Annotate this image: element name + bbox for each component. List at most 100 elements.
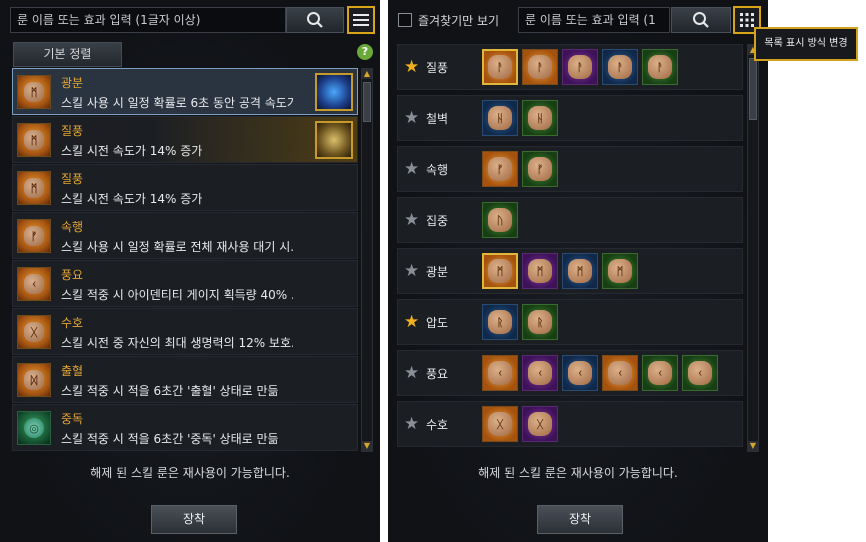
- rune-icon: ◎: [17, 411, 51, 445]
- rune-row[interactable]: ᚲ 풍요 스킬 적중 시 아이덴티티 게이지 획득량 40% ...: [12, 260, 358, 307]
- rune-slot[interactable]: ᚲ: [562, 355, 598, 391]
- rune-glyph-icon: ᛗ: [528, 259, 552, 283]
- rune-slot[interactable]: ᛗ: [562, 253, 598, 289]
- rune-slot[interactable]: ᚷ: [522, 406, 558, 442]
- rune-glyph-icon: ᚷ: [488, 412, 512, 436]
- rune-group-row: ★ 철벽 ᚺ ᚺ: [397, 95, 743, 141]
- rune-glyph-icon: ᚨ: [608, 55, 632, 79]
- rune-list-scrollbar[interactable]: ▲ ▼: [361, 68, 373, 452]
- scroll-down-arrow[interactable]: ▼: [362, 441, 372, 451]
- rune-slot[interactable]: ᚱ: [522, 304, 558, 340]
- rune-glyph-icon: ᛗ: [568, 259, 592, 283]
- rune-slot[interactable]: ᛗ: [522, 253, 558, 289]
- rune-icon: ᛗ: [17, 171, 51, 205]
- favorite-star-icon[interactable]: ★: [404, 160, 419, 178]
- favorites-only-checkbox[interactable]: [398, 13, 412, 27]
- search-icon: [693, 12, 709, 28]
- scroll-thumb[interactable]: [363, 82, 371, 122]
- equipped-skill-icon[interactable]: [315, 73, 353, 111]
- rune-description: 스킬 사용 시 일정 확률로 6초 동안 공격 속도가 증가: [61, 96, 293, 110]
- rune-slot[interactable]: ᚨ: [602, 49, 638, 85]
- rune-slot[interactable]: ᚠ: [482, 151, 518, 187]
- rune-glyph-icon: ᚢ: [488, 208, 512, 232]
- favorite-star-icon[interactable]: ★: [404, 364, 419, 382]
- rune-glyph-icon: ᚲ: [568, 361, 592, 385]
- rune-slot[interactable]: ᛗ: [602, 253, 638, 289]
- rune-slot[interactable]: ᚨ: [522, 49, 558, 85]
- rune-glyph-icon: ᚲ: [608, 361, 632, 385]
- rune-slot[interactable]: ᚲ: [602, 355, 638, 391]
- rune-glyph-icon: ᚷ: [528, 412, 552, 436]
- equipped-skill-icon[interactable]: [315, 121, 353, 159]
- rune-group-name: 광분: [426, 265, 449, 279]
- rune-glyph-icon: ᚨ: [568, 55, 592, 79]
- rune-glyph-icon: ᚺ: [488, 106, 512, 130]
- rune-glyph-icon: ᚱ: [528, 310, 552, 334]
- rune-slot[interactable]: ᚺ: [482, 100, 518, 136]
- favorite-star-icon[interactable]: ★: [404, 262, 419, 280]
- rune-slot[interactable]: ᚱ: [482, 304, 518, 340]
- rune-row[interactable]: ◎ 중독스킬 적중 시 적을 6초간 '중독' 상태로 만듦: [12, 404, 358, 451]
- rune-group-row: ★ 수호 ᚷ ᚷ: [397, 401, 743, 447]
- favorite-star-icon[interactable]: ★: [404, 313, 419, 331]
- rune-search-input[interactable]: 룬 이름 또는 효과 입력 (1: [518, 7, 670, 33]
- rune-row[interactable]: ᛗ 광분스킬 사용 시 일정 확률로 6초 동안 공격 속도가 증가: [12, 68, 358, 115]
- rune-description: 스킬 적중 시 적을 6초간 '중독' 상태로 만듦: [61, 432, 279, 446]
- search-button[interactable]: [671, 7, 731, 33]
- scroll-thumb[interactable]: [749, 58, 757, 120]
- rune-slot[interactable]: ᚲ: [642, 355, 678, 391]
- rune-slot[interactable]: ᚨ: [642, 49, 678, 85]
- rune-description: 스킬 시전 속도가 14% 증가: [61, 144, 203, 158]
- rune-glyph-icon: ᚱ: [488, 310, 512, 334]
- equip-button[interactable]: 장착: [151, 505, 237, 534]
- rune-slot[interactable]: ᛗ: [482, 253, 518, 289]
- rune-description: 스킬 적중 시 적을 6초간 '출혈' 상태로 만듦: [61, 384, 279, 398]
- default-sort-tab[interactable]: 기본 정렬: [13, 42, 122, 67]
- rune-row[interactable]: ᚷ 수호스킬 시전 중 자신의 최대 생명력의 12% 보호...: [12, 308, 358, 355]
- rune-glyph-icon: ᛗ: [24, 178, 44, 198]
- rune-slot[interactable]: ᚲ: [522, 355, 558, 391]
- view-mode-tooltip: 목록 표시 방식 변경: [754, 27, 858, 61]
- equip-button[interactable]: 장착: [537, 505, 623, 534]
- rune-description: 스킬 시전 중 자신의 최대 생명력의 12% 보호...: [61, 336, 293, 350]
- favorites-only-label[interactable]: 즐겨찾기만 보기: [418, 12, 499, 29]
- rune-group-list: ★ 질풍 ᚨ ᚨ ᚨ ᚨ ᚨ ★ 철벽 ᚺ ᚺ ★ 속행 ᚠ ᚠ ★ 집중 ᚢ ★ 광분 ᛗ ᛗ ᛗ ᛗ ★ 압도 ᚱ ᚱ ★ 풍요 ᚲ ᚲ ᚲ…: [397, 44, 743, 452]
- rune-grid-panel: 즐겨찾기만 보기 룬 이름 또는 효과 입력 (1 ★ 질풍 ᚨ ᚨ ᚨ ᚨ ᚨ ★ 철벽 ᚺ ᚺ ★…: [388, 0, 768, 542]
- rune-glyph-icon: ᚨ: [488, 55, 512, 79]
- rune-glyph-icon: ᚠ: [24, 226, 44, 246]
- rune-search-input[interactable]: 룬 이름 또는 효과 입력 (1글자 이상): [10, 7, 286, 33]
- rune-row[interactable]: ᛗ 질풍스킬 시전 속도가 14% 증가: [12, 116, 358, 163]
- rune-name: 질풍: [61, 124, 84, 138]
- help-icon[interactable]: ?: [357, 44, 373, 60]
- rune-glyph-icon: ᚨ: [528, 55, 552, 79]
- rune-row[interactable]: ᚠ 속행 스킬 사용 시 일정 확률로 전체 재사용 대기 시...: [12, 212, 358, 259]
- rune-slot[interactable]: ᚢ: [482, 202, 518, 238]
- menu-button[interactable]: [347, 6, 375, 34]
- favorite-star-icon[interactable]: ★: [404, 58, 419, 76]
- search-button[interactable]: [286, 7, 344, 33]
- rune-slot[interactable]: ᚺ: [522, 100, 558, 136]
- rune-group-name: 철벽: [426, 112, 449, 126]
- favorite-star-icon[interactable]: ★: [404, 211, 419, 229]
- rune-name: 수호: [61, 316, 84, 330]
- favorite-star-icon[interactable]: ★: [404, 109, 419, 127]
- scroll-up-arrow[interactable]: ▲: [362, 69, 372, 79]
- rune-slot[interactable]: ᚲ: [682, 355, 718, 391]
- rune-slot[interactable]: ᚷ: [482, 406, 518, 442]
- rune-glyph-icon: ᛗ: [24, 130, 44, 150]
- rune-group-scrollbar[interactable]: ▲ ▼: [747, 44, 759, 452]
- rune-name: 중독: [61, 412, 84, 426]
- rune-slot[interactable]: ᚨ: [482, 49, 518, 85]
- rune-glyph-icon: ᚺ: [528, 106, 552, 130]
- rune-row[interactable]: ᛞ 출혈 스킬 적중 시 적을 6초간 '출혈' 상태로 만듦: [12, 356, 358, 403]
- rune-icon: ᛞ: [17, 363, 51, 397]
- rune-slot[interactable]: ᚲ: [482, 355, 518, 391]
- rune-glyph-icon: ᚷ: [24, 322, 44, 342]
- rune-slot[interactable]: ᚨ: [562, 49, 598, 85]
- favorite-star-icon[interactable]: ★: [404, 415, 419, 433]
- rune-description: 스킬 시전 속도가 14% 증가: [61, 192, 203, 206]
- rune-slot[interactable]: ᚠ: [522, 151, 558, 187]
- rune-row[interactable]: ᛗ 질풍 스킬 시전 속도가 14% 증가: [12, 164, 358, 211]
- rune-group-row: ★ 풍요 ᚲ ᚲ ᚲ ᚲ ᚲ ᚲ: [397, 350, 743, 396]
- scroll-down-arrow[interactable]: ▼: [748, 441, 758, 451]
